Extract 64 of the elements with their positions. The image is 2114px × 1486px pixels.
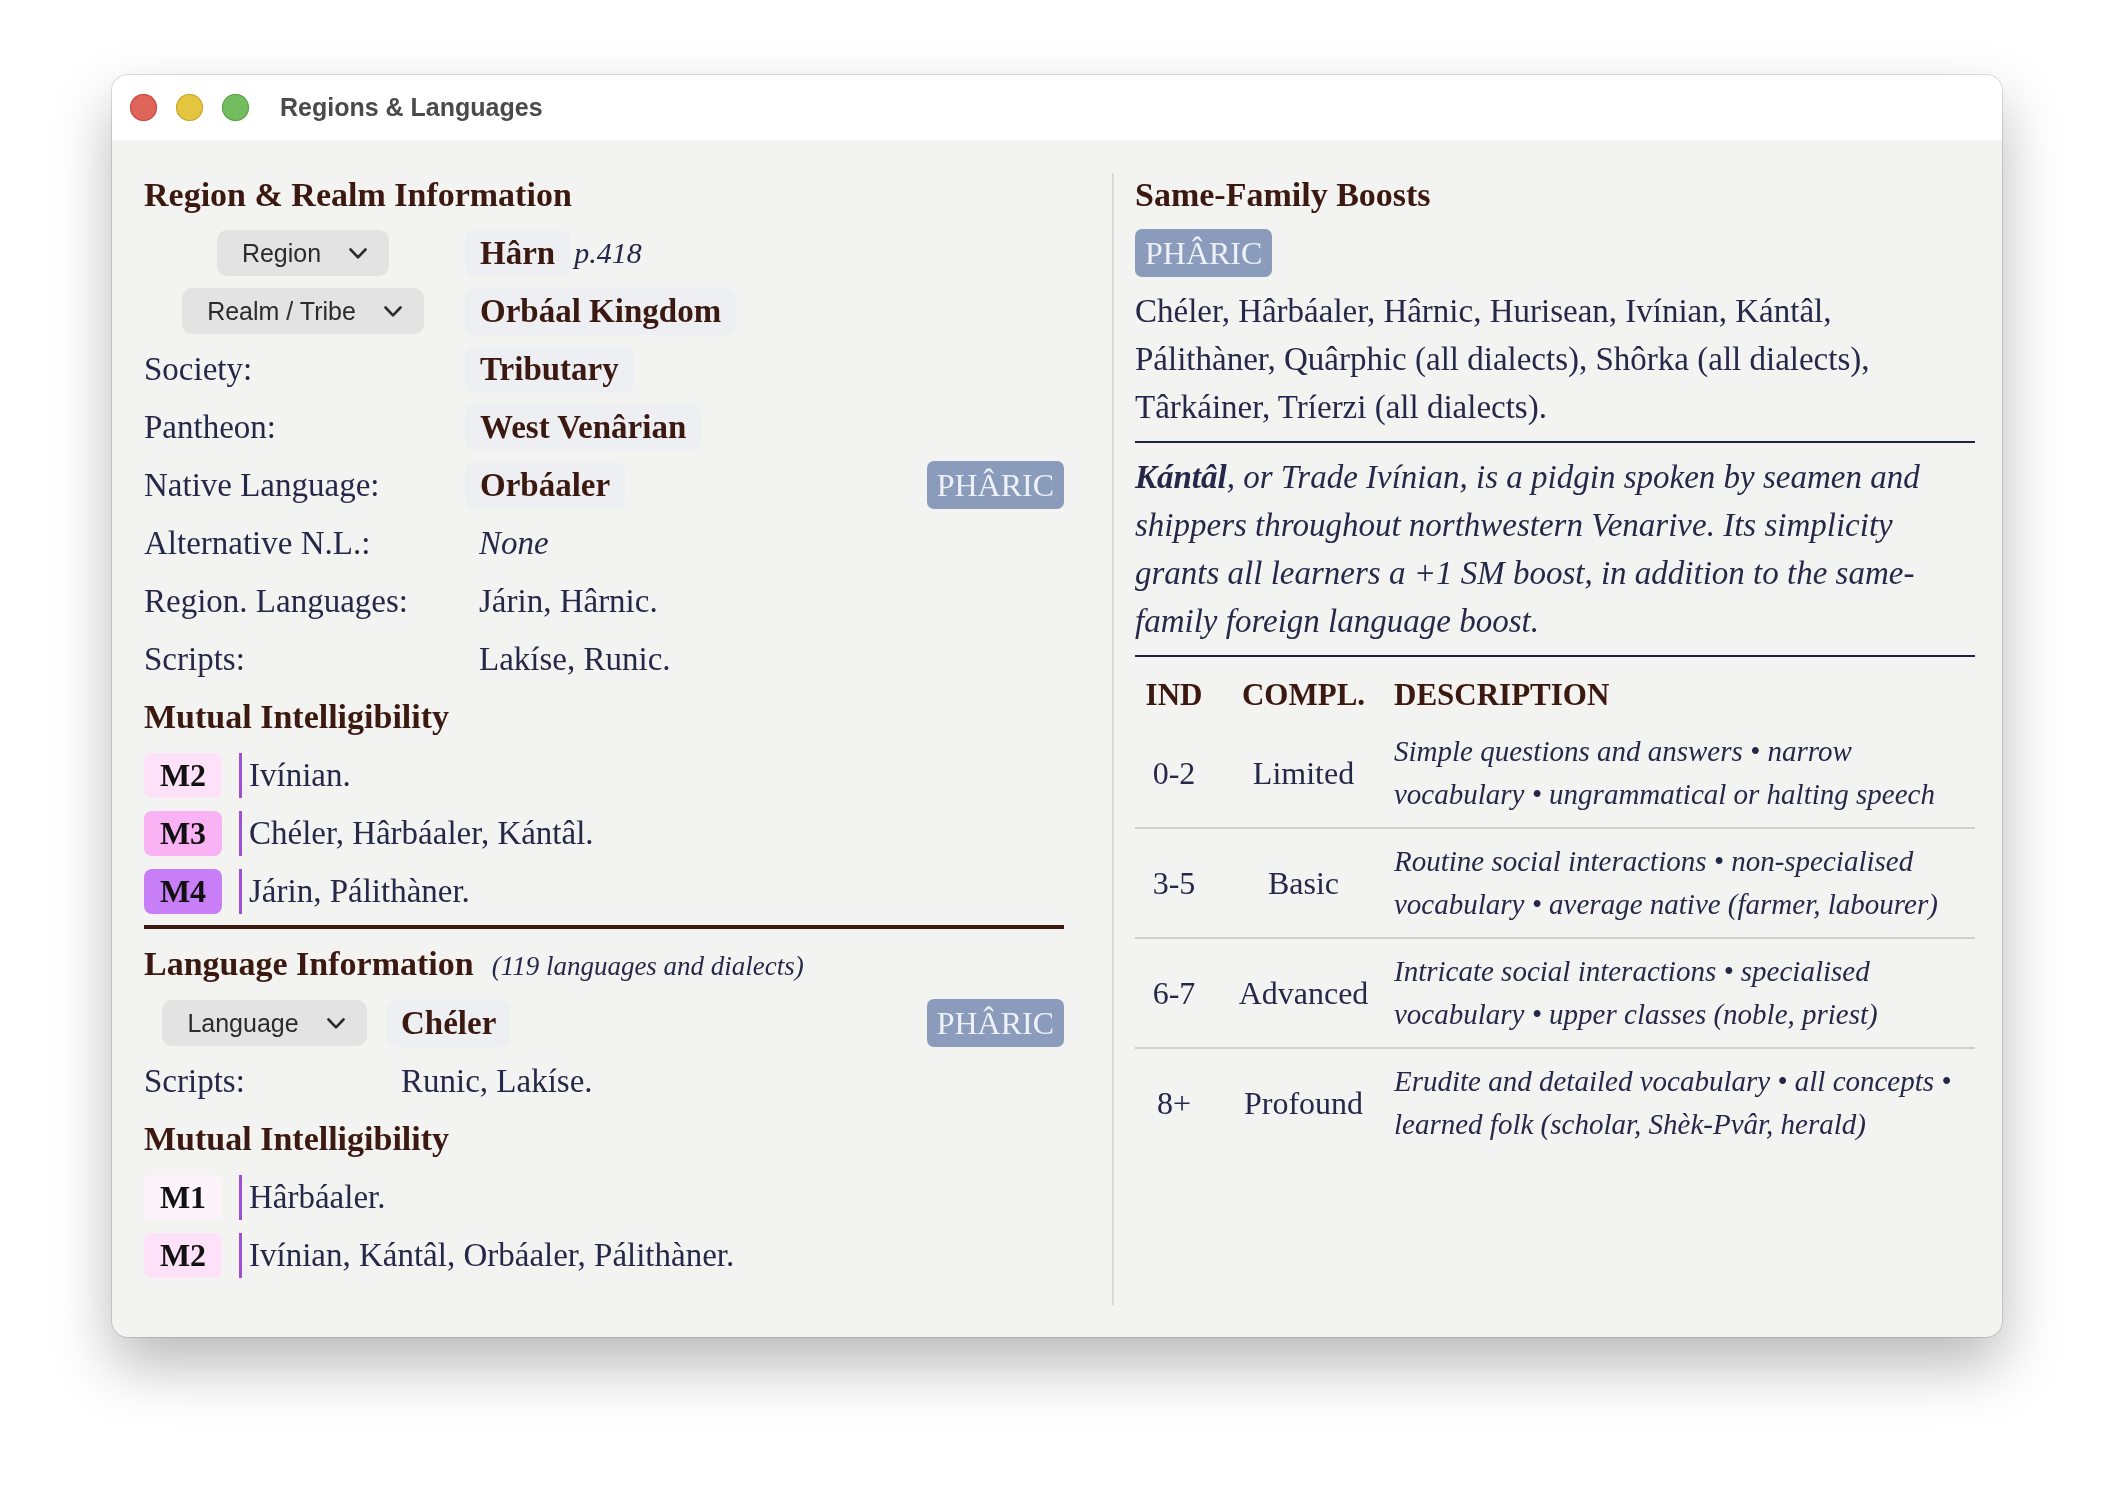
page-reference: p.418 [574,236,642,270]
field-value: None [478,523,550,563]
section-heading: Same-Family Boosts [1135,176,1431,214]
table-cell-text: Simple questions and answers • narrow vocabulary • ungrammatical or halting speech [1394,734,1936,812]
section-heading: Language Information [144,945,474,983]
chevron-down-icon [326,1017,345,1029]
field-label: Pantheon: [144,408,276,446]
table-cell: Limited [1252,754,1355,792]
field-label: Alternative N.L.: [144,524,371,562]
column-header: IND [1145,677,1203,713]
language-count: (119 languages and dialects) [491,951,804,982]
language-note: Kántâl, or Trade Ivínian, is a pidgin spoken by seamen and shippers throughout northwestern Venarive. Its simplicity grants all learners a +1 SM boost, in addition to the same-family foreign language boost. [1135,458,1921,641]
table-cell: 0-2 [1152,754,1196,792]
field-value: Orbáaler [465,461,626,509]
chevron-down-icon [349,247,368,259]
field-value: Tributary [465,345,634,393]
intelligibility-grade-tag: M1 [144,1174,222,1220]
zoom-button[interactable] [222,94,249,121]
table-cell: 8+ [1156,1084,1191,1122]
intelligibility-grade-tag: M2 [144,1232,222,1278]
table-cell-text: Intricate social interactions • specialised vocabulary • upper classes (noble, priest) [1394,954,1879,1032]
field-value: Lakíse, Runic. [478,639,672,679]
field-value: Járin, Hârnic. [478,581,659,621]
section-heading: Region & Realm Information [144,176,572,214]
intelligibility-grade-tag: M3 [144,810,222,856]
field-label: Scripts: [144,640,245,678]
minimize-button[interactable] [176,94,203,121]
close-button[interactable] [130,94,157,121]
field-label: Society: [144,350,253,388]
table-cell: Advanced [1238,974,1369,1012]
dropdown[interactable]: Realm / Tribe [182,288,424,334]
dropdown[interactable]: Region [216,230,390,276]
column-header: COMPL. [1241,677,1366,713]
field-label: Native Language: [144,466,380,504]
field-value: Hârn [465,229,571,277]
language-list: Chéler, Hârbáaler, Kántâl. [249,814,594,852]
table-cell-text: Erudite and detailed vocabulary • all concepts • learned folk (scholar, Shèk-Pvâr, herald) [1394,1064,1953,1142]
language-list: Chéler, Hârbáaler, Hârnic, Hurisean, Ivínian, Kántâl, Pálithàner, Quârphic (all dialects), Shôrka (all dialects), Târkáiner, Tríerzi (all dialects). [1135,287,1975,431]
table-cell-text: Routine social interactions • non-specialised vocabulary • average native (farmer, labourer) [1394,844,1939,922]
language-family-tag: PHÂRIC [926,999,1064,1047]
chevron-down-icon [383,305,402,317]
field-value: West Venârian [465,403,702,451]
table-cell: Basic [1267,864,1340,902]
field-value: Runic, Lakíse. [400,1061,594,1101]
language-family-tag: PHÂRIC [926,461,1064,509]
field-value: Chéler [387,999,511,1047]
field-value: Orbáal Kingdom [465,287,737,335]
language-list: Hârbáaler. [249,1178,386,1216]
language-list: Ivínian, Kántâl, Orbáaler, Pálithàner. [249,1236,735,1274]
language-list: Járin, Pálithàner. [249,872,470,910]
language-family-tag: PHÂRIC [1135,229,1273,277]
column-header: DESCRIPTION [1394,677,1611,713]
section-heading: Mutual Intelligibility [144,1120,450,1158]
field-label: Scripts: [144,1062,245,1100]
intelligibility-grade-tag: M4 [144,868,222,914]
dropdown[interactable]: Language [162,1000,367,1046]
section-heading: Mutual Intelligibility [144,698,450,736]
intelligibility-grade-tag: M2 [144,752,222,798]
table-cell: 6-7 [1152,974,1196,1012]
window-title: Regions & Languages [280,93,543,122]
table-cell: Profound [1243,1084,1364,1122]
table-cell: 3-5 [1152,864,1196,902]
language-list: Ivínian. [249,756,351,794]
field-label: Region. Languages: [144,582,408,620]
